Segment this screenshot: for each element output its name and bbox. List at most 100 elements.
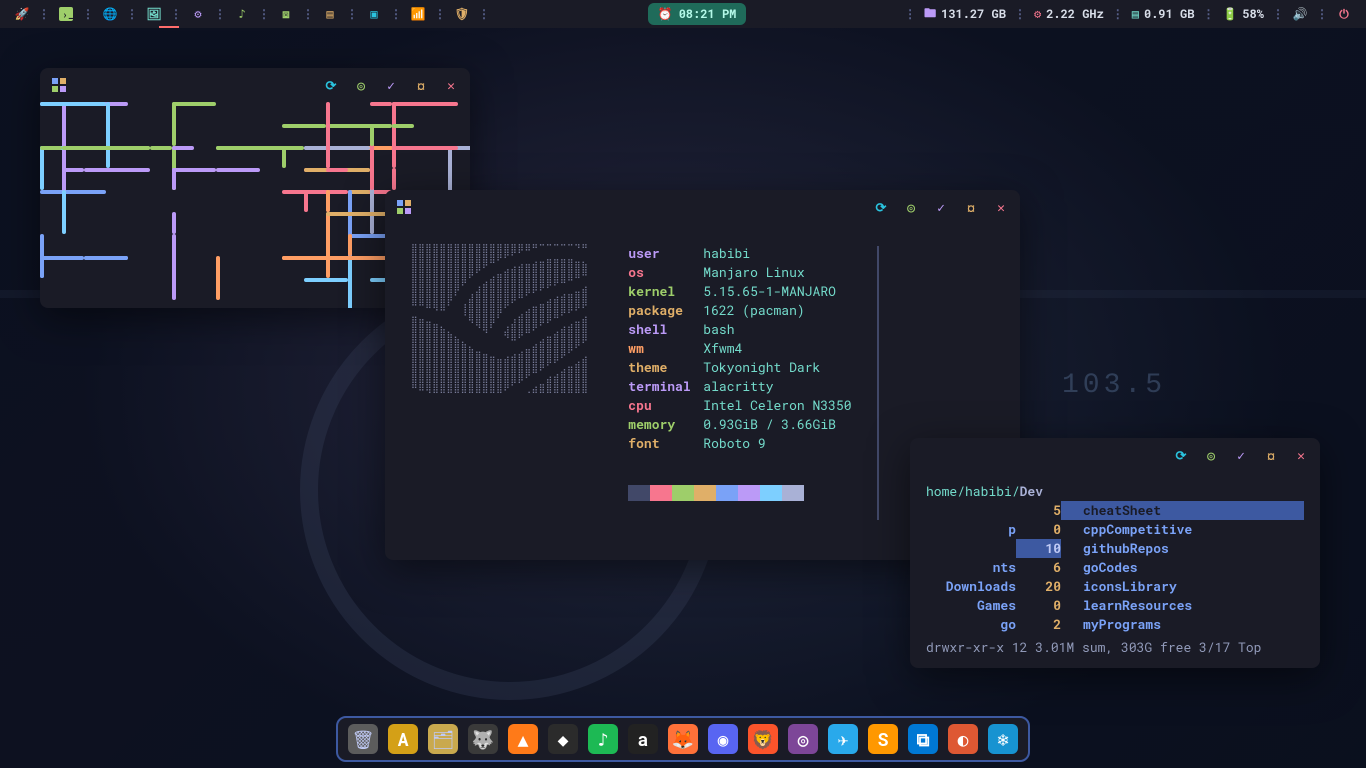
panel-separator: ⋮ — [170, 6, 182, 22]
fm-row[interactable]: p0cppCompetitive — [926, 520, 1304, 539]
fm-dir-name: goCodes — [1061, 558, 1304, 577]
fm-titlebar[interactable]: ⟳ ◎ ✓ ¤ ✕ — [910, 438, 1320, 472]
settings-icon[interactable]: ⚙ — [190, 6, 206, 22]
panel-separator: ⋮ — [126, 6, 138, 22]
pipe-segment — [62, 190, 66, 234]
pipe-segment — [84, 256, 128, 260]
panel-separator: ⋮ — [478, 6, 490, 22]
dock-audacious[interactable]: a — [628, 724, 658, 754]
dock-telegram[interactable]: ✈ — [828, 724, 858, 754]
window-refresh-button[interactable]: ⟳ — [874, 200, 888, 214]
dock-tor[interactable]: ◎ — [788, 724, 818, 754]
fm-left-count: 5 — [1016, 501, 1061, 520]
pipe-segment — [282, 256, 348, 260]
fm-row[interactable]: go2myPrograms — [926, 615, 1304, 634]
fm-dir-name: learnResources — [1061, 596, 1304, 615]
dock-sublime[interactable]: S — [868, 724, 898, 754]
shield-icon[interactable]: 🛡 — [454, 6, 470, 22]
launcher-icon[interactable]: 🚀 — [14, 6, 30, 22]
sysinfo-key: theme — [628, 358, 703, 377]
panel-separator: ⋮ — [346, 6, 358, 22]
fm-row[interactable]: nts6goCodes — [926, 558, 1304, 577]
ram-value: 0.91 GB — [1144, 6, 1194, 22]
clipboard-icon[interactable]: ▣ — [366, 6, 382, 22]
pipe-segment — [62, 102, 66, 168]
pipe-segment — [392, 102, 458, 106]
sysinfo-key: shell — [628, 320, 703, 339]
window-gear-button[interactable]: ¤ — [414, 78, 428, 92]
panel-separator: ⋮ — [390, 6, 402, 22]
pipes-titlebar[interactable]: ⟳ ◎ ✓ ¤ ✕ — [40, 68, 470, 102]
window-target-button[interactable]: ◎ — [1204, 448, 1218, 462]
fm-row[interactable]: Downloads20iconsLibrary — [926, 577, 1304, 596]
fm-left-name — [926, 501, 1016, 520]
window-check-button[interactable]: ✓ — [1234, 448, 1248, 462]
window-target-button[interactable]: ◎ — [904, 200, 918, 214]
wifi-icon[interactable]: 📶 — [410, 6, 426, 22]
dock-trash[interactable]: 🗑 — [348, 724, 378, 754]
dock-files[interactable]: 🗂 — [428, 724, 458, 754]
music-icon[interactable]: ♪ — [234, 6, 250, 22]
window-check-button[interactable]: ✓ — [384, 78, 398, 92]
dock-spotify[interactable]: ♪ — [588, 724, 618, 754]
dock-vscode[interactable]: ⧉ — [908, 724, 938, 754]
ram-stat[interactable]: ▤ 0.91 GB — [1132, 6, 1195, 22]
dock-inkscape[interactable]: ◆ — [548, 724, 578, 754]
cpu-icon: ⚙ — [1034, 6, 1041, 22]
panel-separator: ⋮ — [82, 6, 94, 22]
panel-separator: ⋮ — [214, 6, 226, 22]
dock-brave[interactable]: 🦁 — [748, 724, 778, 754]
browser-icon[interactable]: 🌐 — [102, 6, 118, 22]
file-manager-window[interactable]: ⟳ ◎ ✓ ¤ ✕ home/habibi/Dev 5cheatSheetp0c… — [910, 438, 1320, 668]
fetch-titlebar[interactable]: ⟳ ◎ ✓ ¤ ✕ — [385, 190, 1020, 224]
dock-lens[interactable]: ◐ — [948, 724, 978, 754]
window-refresh-button[interactable]: ⟳ — [1174, 448, 1188, 462]
window-check-button[interactable]: ✓ — [934, 200, 948, 214]
fm-row[interactable]: 10githubRepos — [926, 539, 1304, 558]
fm-row[interactable]: Games0learnResources — [926, 596, 1304, 615]
fm-path-prefix: home/habibi/ — [926, 482, 1020, 500]
dock-gimp[interactable]: 🐺 — [468, 724, 498, 754]
window-close-button[interactable]: ✕ — [994, 200, 1008, 214]
pipe-segment — [106, 102, 110, 168]
cpu-value: 2.22 GHz — [1046, 6, 1104, 22]
battery-value: 58% — [1242, 6, 1264, 22]
pipe-segment — [392, 168, 396, 190]
fm-left-name: go — [926, 615, 1016, 634]
pipe-segment — [172, 168, 216, 172]
battery-stat[interactable]: 🔋 58% — [1222, 6, 1264, 22]
fm-row[interactable]: 5cheatSheet — [926, 501, 1304, 520]
terminal-icon[interactable]: ›_ — [58, 6, 74, 22]
disk-stat[interactable]: 🖿 131.27 GB — [924, 4, 1006, 25]
power-icon[interactable]: ⏻ — [1336, 6, 1352, 22]
cpu-stat[interactable]: ⚙ 2.22 GHz — [1034, 6, 1104, 22]
notes-icon[interactable]: ▤ — [322, 6, 338, 22]
fm-status-line: drwxr-xr-x 12 3.01M sum, 303G free 3/17 … — [926, 638, 1304, 657]
dock-vlc[interactable]: ▲ — [508, 724, 538, 754]
window-target-button[interactable]: ◎ — [354, 78, 368, 92]
pipe-segment — [304, 146, 370, 150]
dropbox-icon[interactable]: ⧈ — [278, 6, 294, 22]
dock-discord[interactable]: ◉ — [708, 724, 738, 754]
top-panel: 🚀 ⋮ ›_ ⋮ 🌐 ⋮ 🖼 ⋮ ⚙ ⋮ ♪ ⋮ ⧈ ⋮ ▤ ⋮ ▣ ⋮ 📶 ⋮… — [0, 0, 1366, 28]
clock[interactable]: ⏰ 08:21 PM — [648, 3, 747, 25]
window-gear-button[interactable]: ¤ — [964, 200, 978, 214]
window-gear-button[interactable]: ¤ — [1264, 448, 1278, 462]
volume-icon[interactable]: 🔊 — [1292, 6, 1308, 22]
window-close-button[interactable]: ✕ — [444, 78, 458, 92]
dock-alacritty[interactable]: A — [388, 724, 418, 754]
window-close-button[interactable]: ✕ — [1294, 448, 1308, 462]
sysinfo-key: font — [628, 434, 703, 453]
fm-dir-name: cppCompetitive — [1061, 520, 1304, 539]
sysinfo-row-font: fontRoboto 9 — [628, 434, 851, 453]
svg-text:›_: ›_ — [62, 8, 73, 21]
pictures-icon[interactable]: 🖼 — [146, 6, 162, 22]
dock-sys[interactable]: ❄ — [988, 724, 1018, 754]
panel-separator: ⋮ — [1112, 6, 1124, 22]
dock-firefox[interactable]: 🦊 — [668, 724, 698, 754]
window-refresh-button[interactable]: ⟳ — [324, 78, 338, 92]
swatch — [628, 485, 650, 501]
pipe-segment — [150, 146, 172, 150]
sysinfo-list: userhabibiosManjaro Linuxkernel5.15.65-1… — [628, 244, 851, 453]
pipe-segment — [62, 146, 84, 150]
